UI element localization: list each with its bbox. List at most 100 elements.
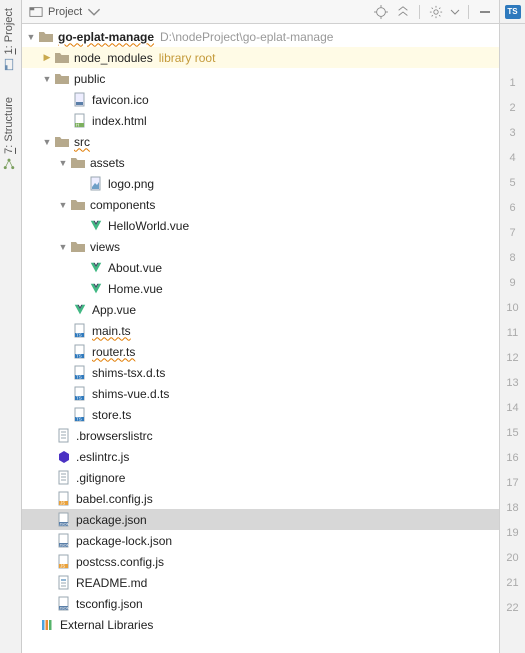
- file-label: main.ts: [92, 324, 131, 338]
- hint-label: library root: [159, 51, 216, 65]
- separator: [419, 5, 420, 19]
- ts-file-icon: TS: [72, 323, 88, 339]
- line-number: 5: [500, 170, 525, 195]
- tree-file[interactable]: App.vue: [22, 299, 499, 320]
- file-label: favicon.ico: [92, 93, 149, 107]
- svg-text:TS: TS: [76, 332, 82, 337]
- tab-structure[interactable]: 7: Structure: [0, 91, 18, 176]
- ts-badge-icon: TS: [505, 5, 521, 19]
- folder-icon: [54, 134, 70, 150]
- tree-file[interactable]: HelloWorld.vue: [22, 215, 499, 236]
- expand-arrow-icon[interactable]: ▼: [42, 74, 52, 84]
- hide-icon[interactable]: [477, 4, 493, 20]
- locate-icon[interactable]: [373, 4, 389, 20]
- tree-file[interactable]: TS store.ts: [22, 404, 499, 425]
- gear-icon[interactable]: [428, 4, 444, 20]
- tree-file[interactable]: README.md: [22, 572, 499, 593]
- tree-file[interactable]: JSON package-lock.json: [22, 530, 499, 551]
- line-number: 17: [500, 470, 525, 495]
- expand-arrow-icon[interactable]: ▶: [42, 52, 52, 63]
- file-label: .eslintrc.js: [76, 450, 129, 464]
- md-file-icon: [56, 575, 72, 591]
- tree-file[interactable]: JS postcss.config.js: [22, 551, 499, 572]
- tree-folder-components[interactable]: ▼ components: [22, 194, 499, 215]
- js-file-icon: JS: [56, 554, 72, 570]
- tree-file[interactable]: TS router.ts: [22, 341, 499, 362]
- expand-arrow-icon[interactable]: ▼: [26, 32, 36, 42]
- file-label: shims-vue.d.ts: [92, 387, 169, 401]
- file-label: package.json: [76, 513, 147, 527]
- tree-file[interactable]: .browserslistrc: [22, 425, 499, 446]
- expand-arrow-icon[interactable]: ▼: [58, 200, 68, 210]
- collapse-all-icon[interactable]: [395, 4, 411, 20]
- tree-file[interactable]: About.vue: [22, 257, 499, 278]
- expand-arrow-icon[interactable]: ▼: [58, 242, 68, 252]
- line-number: 8: [500, 245, 525, 270]
- tree-folder-node-modules[interactable]: ▶ node_modules library root: [22, 47, 499, 68]
- file-label: postcss.config.js: [76, 555, 164, 569]
- tree-folder-assets[interactable]: ▼ assets: [22, 152, 499, 173]
- file-label: Home.vue: [108, 282, 163, 296]
- svg-text:JS: JS: [60, 563, 65, 568]
- project-tree[interactable]: ▼ go-eplat-manage D:\nodeProject\go-epla…: [22, 24, 499, 653]
- file-label: HelloWorld.vue: [108, 219, 189, 233]
- vue-file-icon: [88, 218, 104, 234]
- tree-folder-public[interactable]: ▼ public: [22, 68, 499, 89]
- js-file-icon: JS: [56, 491, 72, 507]
- line-number: 20: [500, 545, 525, 570]
- tab-project[interactable]: 1: Project: [0, 2, 18, 77]
- folder-label: components: [90, 198, 155, 212]
- tree-file[interactable]: .eslintrc.js: [22, 446, 499, 467]
- tree-file[interactable]: .gitignore: [22, 467, 499, 488]
- folder-icon: [54, 71, 70, 87]
- vue-file-icon: [88, 281, 104, 297]
- tree-folder-src[interactable]: ▼ src: [22, 131, 499, 152]
- side-tab-bar: 1: Project 7: Structure: [0, 0, 22, 653]
- view-selector-label[interactable]: Project: [48, 6, 82, 18]
- tree-root[interactable]: ▼ go-eplat-manage D:\nodeProject\go-epla…: [22, 26, 499, 47]
- vue-file-icon: [88, 260, 104, 276]
- text-file-icon: [56, 428, 72, 444]
- svg-text:TS: TS: [76, 395, 82, 400]
- path-hint: D:\nodeProject\go-eplat-manage: [160, 30, 333, 44]
- file-label: logo.png: [108, 177, 154, 191]
- vue-file-icon: [72, 302, 88, 318]
- tree-file[interactable]: H index.html: [22, 110, 499, 131]
- line-number: 12: [500, 345, 525, 370]
- tree-external-libraries[interactable]: External Libraries: [22, 614, 499, 635]
- file-label: About.vue: [108, 261, 162, 275]
- expand-arrow-icon[interactable]: ▼: [42, 137, 52, 147]
- editor-tab[interactable]: TS: [500, 0, 525, 24]
- line-number: 15: [500, 420, 525, 445]
- file-label: index.html: [92, 114, 147, 128]
- tree-file[interactable]: JS babel.config.js: [22, 488, 499, 509]
- tree-file-package-json[interactable]: JSON package.json: [22, 509, 499, 530]
- folder-icon: [54, 50, 70, 66]
- ts-file-icon: TS: [72, 407, 88, 423]
- tree-file[interactable]: TS shims-vue.d.ts: [22, 383, 499, 404]
- expand-arrow-icon[interactable]: ▼: [58, 158, 68, 168]
- node-label: External Libraries: [60, 618, 153, 632]
- tree-file[interactable]: logo.png: [22, 173, 499, 194]
- json-file-icon: JSON: [56, 533, 72, 549]
- file-label: store.ts: [92, 408, 131, 422]
- file-label: babel.config.js: [76, 492, 153, 506]
- line-number: 11: [500, 320, 525, 345]
- line-number: 1: [500, 70, 525, 95]
- json-file-icon: JSON: [56, 596, 72, 612]
- image-file-icon: [88, 176, 104, 192]
- tree-file[interactable]: Home.vue: [22, 278, 499, 299]
- folder-label: go-eplat-manage: [58, 30, 154, 44]
- tree-file[interactable]: favicon.ico: [22, 89, 499, 110]
- file-label: router.ts: [92, 345, 135, 359]
- line-number: 2: [500, 95, 525, 120]
- tree-file[interactable]: TS main.ts: [22, 320, 499, 341]
- line-number: 3: [500, 120, 525, 145]
- tree-file[interactable]: JSON tsconfig.json: [22, 593, 499, 614]
- chevron-down-icon[interactable]: [86, 4, 102, 20]
- tree-folder-views[interactable]: ▼ views: [22, 236, 499, 257]
- chevron-down-icon[interactable]: [450, 4, 460, 20]
- line-number: 19: [500, 520, 525, 545]
- editor-gutter: TS 12345678910111213141516171819202122: [499, 0, 525, 653]
- tree-file[interactable]: TS shims-tsx.d.ts: [22, 362, 499, 383]
